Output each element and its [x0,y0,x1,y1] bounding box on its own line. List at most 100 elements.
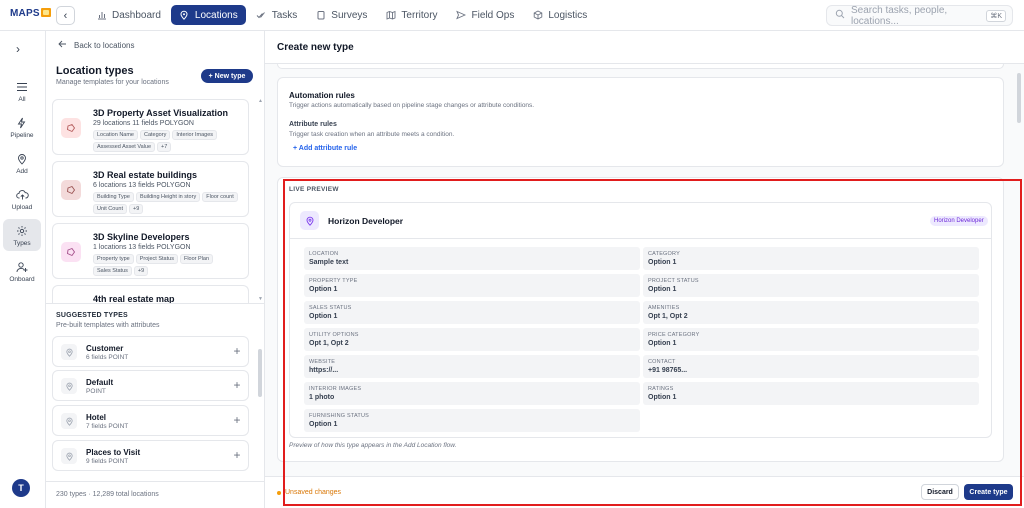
types-scrollbar[interactable]: ▲ ▼ [258,98,263,303]
scroll-thumb[interactable] [1017,73,1021,123]
add-attribute-rule-button[interactable]: + Add attribute rule [293,145,357,152]
nav-label: Surveys [331,9,368,21]
preview-field: AMENITIES Opt 1, Opt 2 [643,301,979,324]
field-tag: Building Height in story [135,192,201,202]
more-tags-badge: +9 [129,204,144,214]
create-type-button[interactable]: Create type [964,484,1013,500]
main-scrollbar[interactable] [1016,65,1022,495]
type-meta: 1 locations 13 fields POLYGON [93,244,191,251]
suggested-meta: 6 fields POINT [86,354,129,361]
back-button[interactable]: ‹ [56,6,75,25]
field-tag: Floor count [202,192,238,202]
field-value: Opt 1, Opt 2 [648,313,688,320]
user-avatar[interactable]: T [12,479,30,497]
field-tag: Floor Plan [179,254,214,264]
preview-field: WEBSITE https://... [304,355,640,378]
field-label: UTILITY OPTIONS [309,332,359,338]
scroll-down-icon: ▼ [258,296,263,302]
logo-mark-icon [40,8,51,17]
type-card[interactable]: 3D Property Asset Visualization 29 locat… [52,99,249,155]
preview-type-name: Horizon Developer [328,216,404,226]
preview-field: PRICE CATEGORY Option 1 [643,328,979,351]
nav-territory[interactable]: Territory [377,5,445,25]
main-header: Create new type [265,31,1024,64]
rail-item-onboard[interactable]: Onboard [3,255,41,287]
suggested-name: Hotel [86,413,106,422]
field-value: Sample text [309,259,349,266]
type-meta: 6 locations 13 fields POLYGON [93,182,191,189]
map-pin-icon [61,413,77,429]
rail-item-all[interactable]: All [3,75,41,107]
type-tags: Property type Project Status Floor Plan … [93,254,243,276]
suggested-name: Customer [86,344,124,353]
location-types-panel: Back to locations Location types Manage … [46,31,265,508]
back-to-locations-link[interactable]: Back to locations [58,40,134,50]
app-logo[interactable]: MAPS [10,8,51,19]
field-tag: Category [140,130,171,140]
type-tags: Location Name Category Interior Images A… [93,130,243,152]
automation-description: Trigger actions automatically based on p… [289,102,535,109]
map-pin-icon [61,378,77,394]
suggested-meta: 9 fields POINT [86,458,129,465]
rail-label: Upload [11,203,33,211]
field-label: SALES STATUS [309,305,352,311]
global-search[interactable]: Search tasks, people, locations... ⌘K [826,5,1013,27]
rail-item-pipeline[interactable]: Pipeline [3,111,41,143]
suggested-card[interactable]: Default POINT + [52,370,249,401]
preview-header: Horizon Developer Horizon Developer [290,203,991,239]
search-icon [835,9,845,22]
nav-logistics[interactable]: Logistics [524,5,595,25]
add-suggested-plus-icon[interactable]: + [231,379,243,391]
field-value: https://... [309,367,339,374]
type-tags: Building Type Building Height in story F… [93,192,243,214]
field-tag: Sales Status [93,266,132,276]
field-label: LOCATION [309,251,339,257]
type-card[interactable]: 3D Real estate buildings 6 locations 13 … [52,161,249,217]
map-icon [385,10,396,21]
add-suggested-plus-icon[interactable]: + [231,449,243,461]
nav-tasks[interactable]: Tasks [248,5,306,25]
field-label: PROJECT STATUS [648,278,699,284]
field-tag: Project Status [135,254,178,264]
add-suggested-plus-icon[interactable]: + [231,414,243,426]
nav-field-ops[interactable]: Field Ops [448,5,523,25]
rail-label: Onboard [9,275,35,283]
map-pin-icon [15,152,29,166]
back-link-label: Back to locations [74,40,135,50]
preview-field: CONTACT +91 98765... [643,355,979,378]
field-label: CONTACT [648,359,676,365]
suggested-scrollbar[interactable] [258,337,262,497]
send-icon [456,10,467,21]
nav-label: Locations [194,9,238,21]
discard-button[interactable]: Discard [921,484,959,500]
suggested-card[interactable]: Places to Visit 9 fields POINT + [52,440,249,471]
type-meta: 29 locations 11 fields POLYGON [93,120,194,127]
suggested-card[interactable]: Hotel 7 fields POINT + [52,405,249,436]
add-suggested-plus-icon[interactable]: + [231,345,243,357]
nav-dashboard[interactable]: Dashboard [88,5,169,25]
page-title: Create new type [277,42,354,53]
preview-field: INTERIOR IMAGES 1 photo [304,382,640,405]
logo-text: MAPS [10,8,40,19]
suggested-subtitle: Pre-built templates with attributes [56,322,160,329]
scroll-thumb[interactable] [258,349,262,397]
suggested-meta: POINT [86,388,106,395]
nav-label: Field Ops [471,9,515,21]
type-card[interactable]: 3D Skyline Developers 1 locations 13 fie… [52,223,249,279]
map-pin-icon [179,10,190,21]
rail-item-upload[interactable]: Upload [3,183,41,215]
rail-label: Types [13,239,31,247]
expand-rail-chevron-icon[interactable]: › [16,42,20,56]
rail-item-add[interactable]: Add [3,147,41,179]
bar-chart-icon [96,10,107,21]
form-footer: Unsaved changes Discard Create type [265,476,1024,508]
nav-surveys[interactable]: Surveys [307,5,375,25]
field-value: Option 1 [309,313,338,320]
nav-locations[interactable]: Locations [170,5,246,25]
type-name: 3D Real estate buildings [93,170,198,180]
suggested-card[interactable]: Customer 6 fields POINT + [52,336,249,367]
field-label: PRICE CATEGORY [648,332,700,338]
new-type-button[interactable]: + New type [201,69,253,83]
polygon-icon [61,180,81,200]
rail-item-types[interactable]: Types [3,219,41,251]
